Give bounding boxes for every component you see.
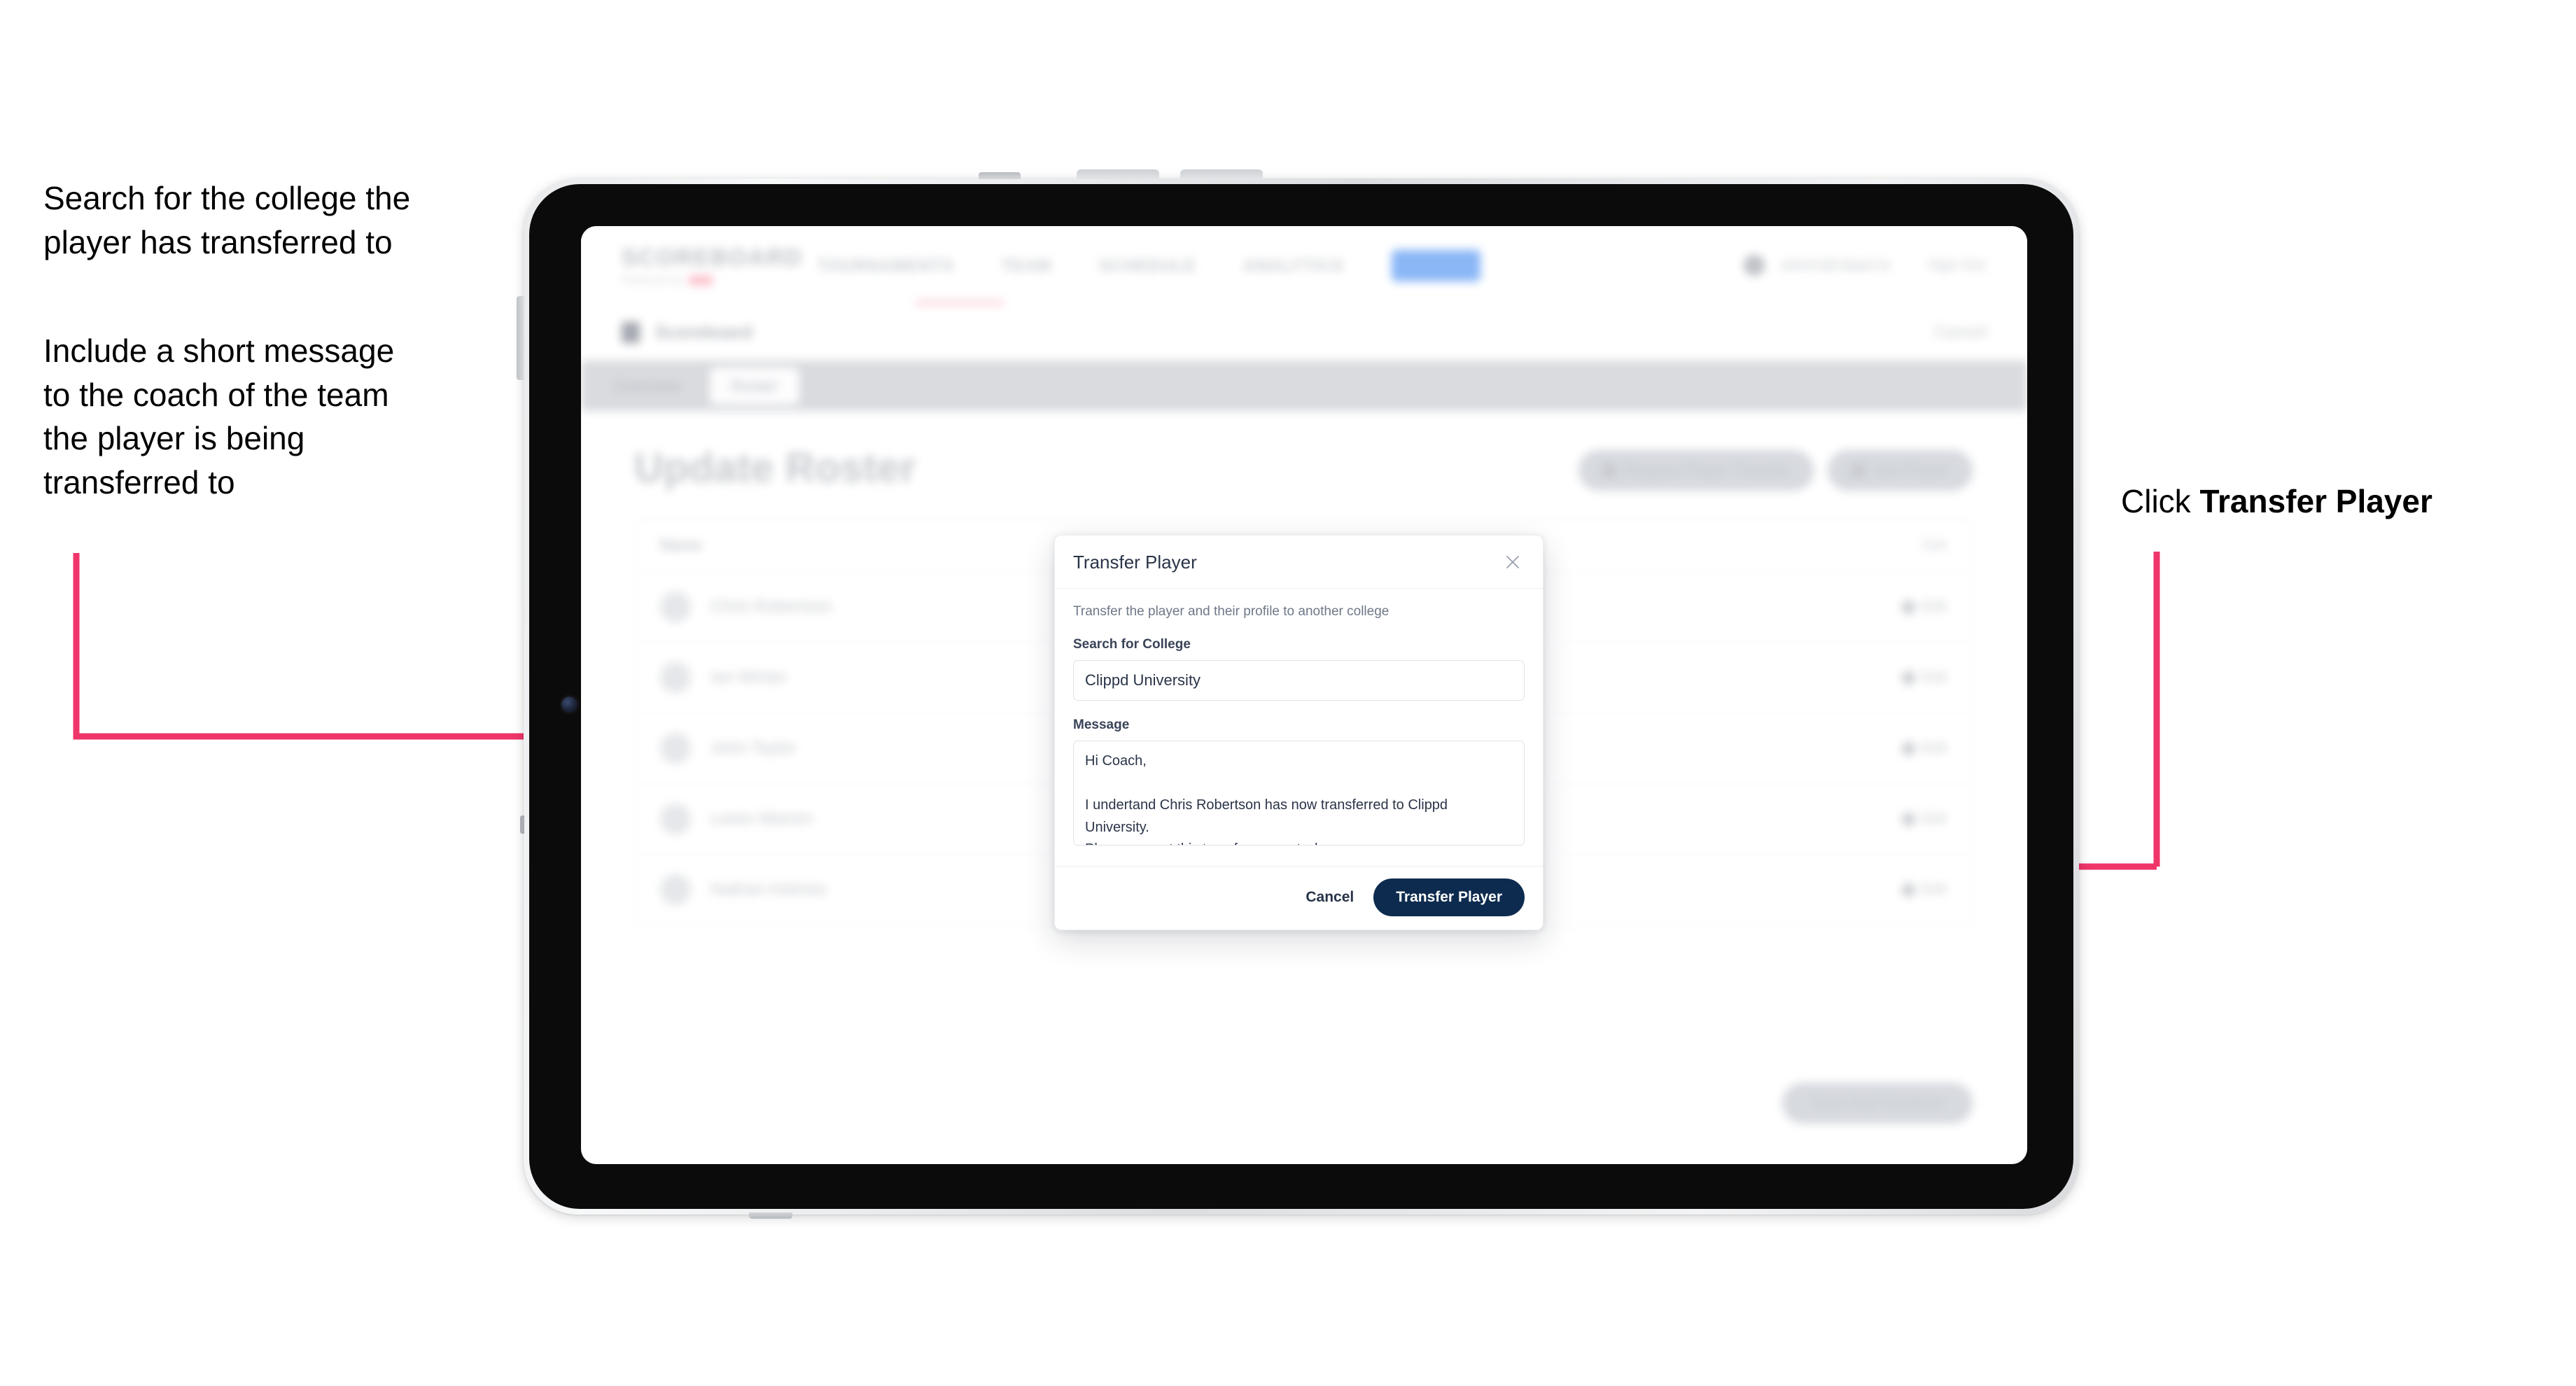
dialog-footer: Cancel Transfer Player	[1055, 866, 1543, 930]
dialog-title: Transfer Player	[1073, 551, 1197, 573]
annotation-click-transfer: Click Transfer Player	[2121, 479, 2555, 524]
dialog-body: Transfer the player and their profile to…	[1055, 589, 1543, 866]
power-button[interactable]	[979, 172, 1021, 179]
annotation-click-bold: Transfer Player	[2199, 483, 2432, 519]
bottom-port	[749, 1212, 792, 1219]
transfer-player-dialog: Transfer Player Transfer the player and …	[1054, 535, 1544, 930]
side-marker	[520, 816, 524, 834]
message-field-group: Message	[1073, 718, 1525, 849]
transfer-player-button[interactable]: Transfer Player	[1373, 878, 1525, 916]
close-icon[interactable]	[1501, 550, 1525, 574]
college-field-group: Search for College	[1073, 637, 1525, 701]
dialog-description: Transfer the player and their profile to…	[1073, 604, 1390, 619]
tablet-screen: SCOREBOARD Powered by TOURNAMENTS TEAM S…	[581, 226, 2027, 1164]
annotation-include-message: Include a short message to the coach of …	[43, 332, 395, 500]
college-field-label: Search for College	[1073, 637, 1191, 652]
dialog-header: Transfer Player	[1055, 536, 1543, 589]
message-field-label: Message	[1073, 718, 1130, 732]
volume-up-button[interactable]	[1077, 169, 1159, 179]
search-college-input[interactable]	[1073, 660, 1525, 701]
tablet-bezel: SCOREBOARD Powered by TOURNAMENTS TEAM S…	[529, 184, 2073, 1209]
annotation-click-prefix: Click	[2121, 483, 2200, 519]
front-camera-icon	[561, 696, 578, 713]
annotation-search-college: Search for the college the player has tr…	[43, 180, 411, 260]
cancel-button[interactable]: Cancel	[1301, 882, 1358, 913]
volume-down-button[interactable]	[1180, 169, 1263, 179]
tablet-device-frame: SCOREBOARD Powered by TOURNAMENTS TEAM S…	[517, 169, 2079, 1219]
side-connector	[517, 296, 524, 380]
message-textarea[interactable]	[1073, 741, 1525, 846]
